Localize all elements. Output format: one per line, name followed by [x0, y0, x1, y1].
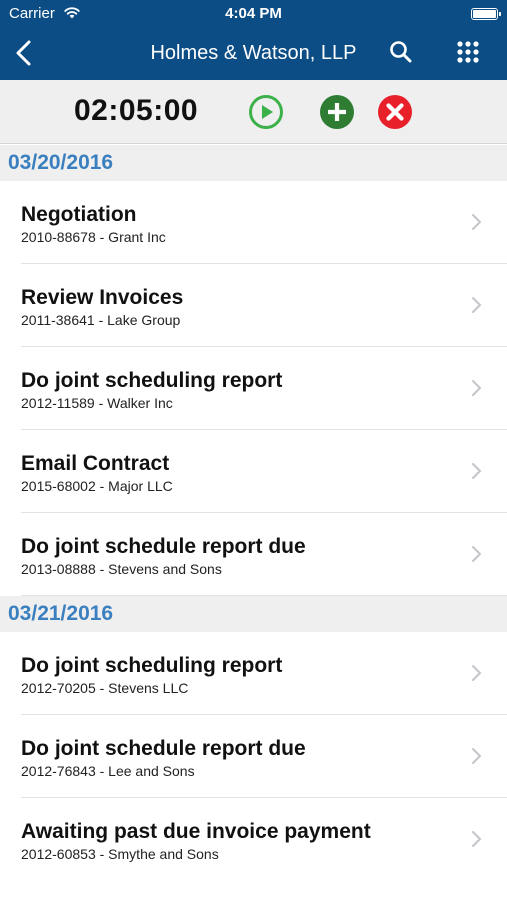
- task-title: Do joint scheduling report: [21, 369, 283, 392]
- list-item[interactable]: Review Invoices 2011-38641 - Lake Group: [0, 264, 507, 347]
- task-list: 03/20/2016 Negotiation 2010-88678 - Grant …: [0, 145, 507, 881]
- page-title: Holmes & Watson, LLP: [0, 42, 507, 65]
- section-date-header: 03/21/2016: [0, 596, 507, 632]
- task-title: Do joint schedule report due: [21, 737, 306, 760]
- matter-subtitle: 2012-70205 - Stevens LLC: [21, 680, 189, 696]
- task-title: Email Contract: [21, 452, 170, 475]
- matter-subtitle: 2012-60853 - Smythe and Sons: [21, 846, 219, 862]
- section-date-header: 03/20/2016: [0, 145, 507, 181]
- chevron-right-icon: [472, 297, 481, 313]
- matter-subtitle: 2015-68002 - Major LLC: [21, 478, 173, 494]
- page-title-text: Holmes & Watson, LLP: [150, 42, 357, 64]
- apps-grid-icon[interactable]: [454, 38, 482, 66]
- matter-subtitle: 2013-08888 - Stevens and Sons: [21, 561, 222, 577]
- chevron-right-icon: [472, 463, 481, 479]
- search-icon[interactable]: [387, 38, 415, 66]
- list-item[interactable]: Awaiting past due invoice payment 2012-60…: [0, 798, 507, 881]
- task-title: Review Invoices: [21, 286, 184, 309]
- status-time: 4:04 PM: [225, 5, 282, 22]
- list-item[interactable]: Negotiation 2010-88678 - Grant Inc: [0, 181, 507, 264]
- matter-subtitle: 2010-88678 - Grant Inc: [21, 229, 166, 245]
- battery-icon: [471, 8, 501, 20]
- matter-subtitle: 2011-38641 - Lake Group: [21, 312, 181, 328]
- matter-subtitle: 2012-76843 - Lee and Sons: [21, 763, 195, 779]
- task-title: Negotiation: [21, 203, 137, 226]
- status-bar: Carrier 4:04 PM: [0, 0, 507, 30]
- task-title: Do joint scheduling report: [21, 654, 283, 677]
- chevron-right-icon: [472, 831, 481, 847]
- add-icon[interactable]: [319, 94, 355, 130]
- play-icon[interactable]: [248, 94, 284, 130]
- chevron-right-icon: [472, 665, 481, 681]
- matter-subtitle: 2012-11589 - Walker Inc: [21, 395, 173, 411]
- chevron-right-icon: [472, 380, 481, 396]
- row-divider: [21, 595, 507, 596]
- chevron-right-icon: [472, 546, 481, 562]
- task-title: Do joint schedule report due: [21, 535, 306, 558]
- timer-bar: 02:05:00: [0, 80, 507, 144]
- list-item[interactable]: Email Contract 2015-68002 - Major LLC: [0, 430, 507, 513]
- app-header: Carrier 4:04 PM Holmes & Watson, LLP: [0, 0, 507, 80]
- cancel-icon[interactable]: [377, 94, 413, 130]
- list-item[interactable]: Do joint schedule report due 2012-76843 -…: [0, 715, 507, 798]
- task-title: Awaiting past due invoice payment: [21, 820, 371, 843]
- chevron-right-icon: [472, 214, 481, 230]
- timer-display: 02:05:00: [74, 94, 199, 127]
- chevron-right-icon: [472, 748, 481, 764]
- list-item[interactable]: Do joint scheduling report 2012-70205 - S…: [0, 632, 507, 715]
- list-item[interactable]: Do joint schedule report due 2013-08888 -…: [0, 513, 507, 596]
- nav-bar: Holmes & Watson, LLP: [0, 30, 507, 80]
- list-item[interactable]: Do joint scheduling report 2012-11589 - W…: [0, 347, 507, 430]
